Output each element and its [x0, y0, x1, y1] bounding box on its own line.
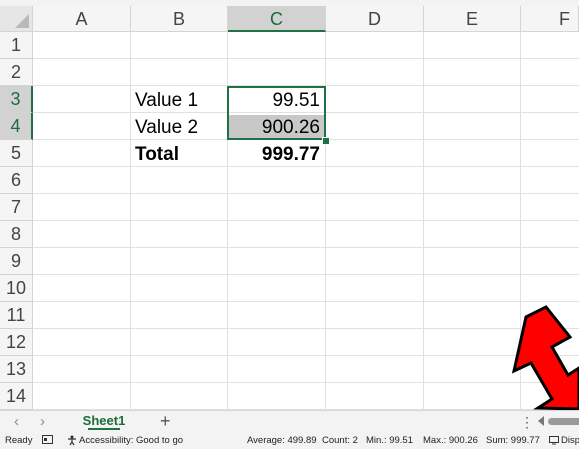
status-ready: Ready [5, 435, 33, 446]
display-settings-label[interactable]: Disp [561, 433, 579, 449]
status-sum[interactable]: Sum: 999.77 [486, 433, 540, 449]
status-min[interactable]: Min.: 99.51 [366, 433, 413, 449]
row-header-6[interactable]: 6 [0, 167, 33, 194]
macro-record-icon[interactable] [42, 433, 53, 449]
selection-range-border [227, 86, 326, 140]
fill-handle[interactable] [322, 137, 330, 145]
scroll-left-icon[interactable] [538, 416, 544, 426]
display-settings-icon[interactable] [549, 433, 559, 449]
accessibility-status[interactable]: Accessibility: Good to go [79, 433, 183, 449]
status-bar: Ready Accessibility: Good to go Average:… [0, 433, 579, 449]
status-count[interactable]: Count: 2 [322, 433, 358, 449]
row-header-5[interactable]: 5 [0, 140, 33, 167]
row-header-9[interactable]: 9 [0, 248, 33, 275]
cell-b5[interactable]: Total [131, 141, 228, 168]
row-header-3[interactable]: 3 [0, 86, 33, 113]
row-header-14[interactable]: 14 [0, 383, 33, 410]
row-header-12[interactable]: 12 [0, 329, 33, 356]
row-header-4[interactable]: 4 [0, 113, 33, 140]
row-header-10[interactable]: 10 [0, 275, 33, 302]
sheet-nav-next-button[interactable]: › [40, 413, 45, 430]
column-header-a[interactable]: A [33, 6, 131, 32]
horizontal-scrollbar[interactable] [538, 416, 579, 428]
sheet-tab-bar: ‹ › Sheet1 + ⋮ [0, 410, 579, 433]
cell-b4[interactable]: Value 2 [131, 114, 228, 141]
select-all-button[interactable] [0, 6, 33, 32]
red-annotation-arrow-icon [511, 305, 579, 410]
status-average[interactable]: Average: 499.89 [247, 433, 317, 449]
column-header-d[interactable]: D [326, 6, 424, 32]
sheet-tab-sheet1[interactable]: Sheet1 [80, 411, 128, 432]
row-header-8[interactable]: 8 [0, 221, 33, 248]
column-header-e[interactable]: E [424, 6, 521, 32]
column-header-f[interactable]: F [521, 6, 579, 32]
scrollbar-thumb[interactable] [548, 418, 579, 425]
sheet-tab-label: Sheet1 [82, 413, 126, 428]
row-header-13[interactable]: 13 [0, 356, 33, 383]
select-all-corner-icon [15, 14, 29, 28]
row-header-11[interactable]: 11 [0, 302, 33, 329]
more-options-icon[interactable]: ⋮ [520, 414, 534, 431]
sheet-nav-prev-button[interactable]: ‹ [14, 413, 19, 430]
row-header-2[interactable]: 2 [0, 59, 33, 86]
status-max[interactable]: Max.: 900.26 [423, 433, 478, 449]
accessibility-icon[interactable] [67, 433, 77, 449]
cell-b3[interactable]: Value 1 [131, 87, 228, 114]
column-header-b[interactable]: B [131, 6, 228, 32]
column-header-c[interactable]: C [228, 6, 326, 32]
cell-c5[interactable]: 999.77 [228, 141, 326, 168]
row-header-1[interactable]: 1 [0, 32, 33, 59]
row-header-7[interactable]: 7 [0, 194, 33, 221]
add-sheet-button[interactable]: + [160, 411, 171, 432]
